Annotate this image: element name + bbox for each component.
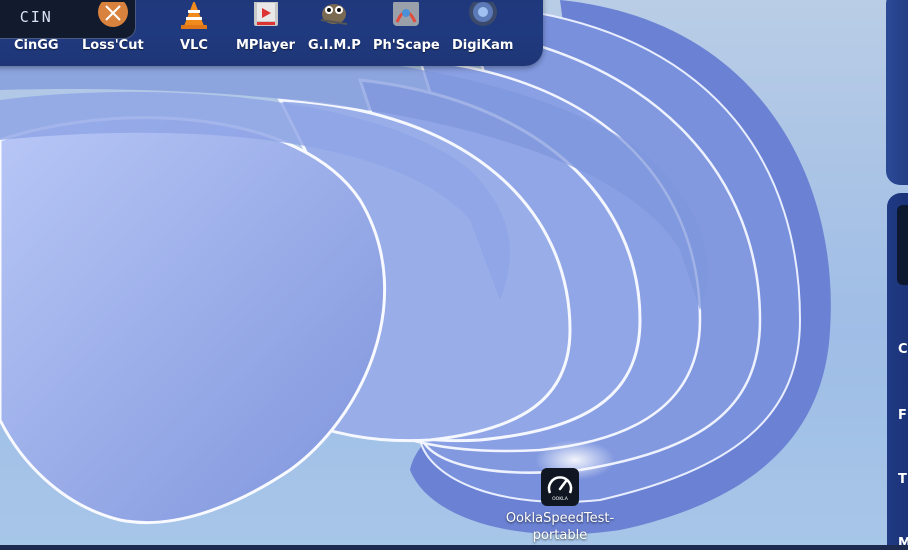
traffic-cone-icon [176, 0, 212, 34]
dock-label: VLC [180, 38, 208, 53]
gimp-mascot-icon [316, 0, 352, 34]
dock-label: Ph'Scape [373, 38, 440, 53]
wallpaper-bloom [0, 0, 831, 535]
taskbar-edge [0, 545, 908, 550]
dock-item-mplayer[interactable]: MPlayer [236, 0, 295, 53]
desktop: CIN CinGG Loss'Cut VLC MPlayer G.I.M.P P… [0, 0, 908, 550]
shortcut-label: OoklaSpeedTest- portable [505, 511, 615, 543]
dock-label: DigiKam [452, 38, 514, 53]
svg-text:OOKLA: OOKLA [552, 496, 569, 502]
right-dock-tab[interactable] [897, 205, 908, 285]
dock-label: CinGG [14, 38, 59, 53]
dock-item-losscut[interactable]: Loss'Cut [82, 0, 144, 53]
right-dock-top[interactable] [886, 0, 908, 185]
photoscape-icon [388, 0, 424, 34]
scissors-icon [95, 0, 131, 34]
dock-item-vlc[interactable]: VLC [176, 0, 212, 53]
dock-item-cingg[interactable]: CIN CinGG [14, 0, 59, 53]
speedometer-icon: OOKLA [541, 468, 579, 506]
dock-item-digikam[interactable]: DigiKam [452, 0, 513, 53]
lens-icon [465, 0, 501, 34]
dock-label: Loss'Cut [82, 38, 144, 53]
desktop-shortcut-speedtest[interactable]: OOKLA OoklaSpeedTest- portable [495, 468, 625, 544]
dock-label: G.I.M.P [308, 38, 361, 53]
cin-icon: CIN [19, 8, 53, 26]
dock-label: MPlayer [236, 38, 295, 53]
right-dock-label[interactable]: F [898, 408, 907, 423]
dock-item-gimp[interactable]: G.I.M.P [308, 0, 361, 53]
dock-item-phscape[interactable]: Ph'Scape [373, 0, 440, 53]
media-player-icon [248, 0, 284, 34]
right-dock-label[interactable]: C [898, 342, 908, 357]
right-dock-label[interactable]: T [898, 472, 907, 487]
